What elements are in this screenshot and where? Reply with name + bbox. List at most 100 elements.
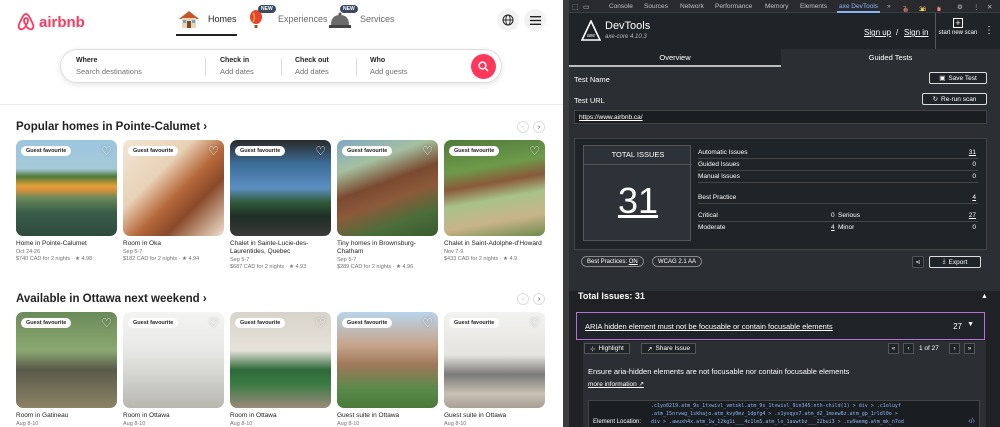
tab-sources[interactable]: Sources (644, 3, 668, 10)
listing-image[interactable]: Guest favourite ♡ (337, 312, 438, 408)
checkin-field[interactable]: Check in Add dates (220, 57, 254, 76)
prev-page-button[interactable]: ‹ (903, 343, 914, 354)
total-issues-count[interactable]: 31 (584, 180, 692, 222)
tab-guided-tests[interactable]: Guided Tests (781, 49, 1000, 67)
sign-in-link[interactable]: Sign in (904, 28, 928, 37)
listing-card[interactable]: Guest favourite ♡ Chalet in Sainte-Lucie… (230, 140, 331, 270)
divider (584, 164, 692, 165)
share-issue-button[interactable]: ↗ Share Issue (641, 343, 697, 354)
who-input[interactable]: Add guests (370, 67, 408, 76)
serious-count[interactable]: 27 (969, 212, 976, 219)
listing-card[interactable]: Guest favourite ♡ Home in Pointe-Calumet… (16, 140, 117, 262)
listing-image[interactable]: Guest favourite ♡ (230, 140, 331, 236)
inspect-icon[interactable]: ⬚ (572, 3, 579, 11)
tab-overview[interactable]: Overview (569, 49, 781, 67)
where-input[interactable]: Search destinations (76, 67, 142, 76)
wcag-standard-badge[interactable]: WCAG 2.1 AA (652, 256, 703, 267)
listing-dates: Aug 8-10 (230, 421, 253, 427)
rerun-scan-button[interactable]: ↻ Re-run scan (922, 93, 987, 105)
prev-arrow-button[interactable]: ‹ (517, 293, 529, 305)
share-button[interactable]: ⋖ (912, 256, 924, 268)
section-title[interactable]: Popular homes in Pointe-Calumet › (16, 121, 207, 133)
axe-menu-icon[interactable]: ⋮ (984, 25, 994, 36)
kebab-menu-icon[interactable]: ⋮ (973, 3, 980, 11)
heart-icon[interactable]: ♡ (208, 316, 219, 330)
more-information-link[interactable]: more information ↗ (588, 380, 644, 388)
issue-title[interactable]: ARIA hidden element must not be focusabl… (585, 322, 833, 331)
heart-icon[interactable]: ♡ (422, 144, 433, 158)
device-toolbar-icon[interactable]: ▭ (583, 3, 590, 11)
heart-icon[interactable]: ♡ (315, 316, 326, 330)
sign-up-link[interactable]: Sign up (864, 28, 891, 37)
heart-icon[interactable]: ♡ (529, 144, 540, 158)
listing-card[interactable]: Guest favourite ♡ Room in Ottawa Aug 8-1… (123, 312, 224, 427)
listing-image[interactable]: Guest favourite ♡ (16, 312, 117, 408)
listing-image[interactable]: Guest favourite ♡ (123, 312, 224, 408)
listing-card[interactable]: Guest favourite ♡ Guest suite in Ottawa … (444, 312, 545, 427)
automatic-issues-count[interactable]: 31 (969, 149, 976, 156)
nav-homes[interactable]: Homes (176, 8, 237, 36)
listing-card[interactable]: Guest favourite ♡ Chalet in Saint-Adolph… (444, 140, 545, 262)
nav-experiences[interactable]: NEW Experiences (246, 5, 328, 30)
checkout-input[interactable]: Add dates (295, 67, 329, 76)
section-title[interactable]: Available in Ottawa next weekend › (16, 293, 207, 305)
next-arrow-button[interactable]: › (533, 121, 545, 133)
where-field[interactable]: Where Search destinations (76, 57, 142, 76)
close-icon[interactable]: ✕ (987, 3, 992, 11)
listing-card[interactable]: Guest favourite ♡ Guest suite in Ottawa … (337, 312, 438, 427)
tab-console[interactable]: Console (609, 3, 633, 10)
page-indicator: 1 of 27 (919, 345, 939, 352)
test-url-link[interactable]: https://www.airbnb.ca/ (579, 114, 643, 121)
last-page-button[interactable]: » (964, 343, 975, 354)
element-location-box: Element Location: .c1yo0219.atm_9s_1txwi… (588, 400, 980, 427)
url-field[interactable]: https://www.airbnb.ca/ (574, 110, 987, 124)
listing-image[interactable]: Guest favourite ♡ (123, 140, 224, 236)
airbnb-logo[interactable]: airbnb (16, 12, 85, 32)
listing-image[interactable]: Guest favourite ♡ (444, 140, 545, 236)
listing-card[interactable]: Guest favourite ♡ Room in Gatineau Aug 8… (16, 312, 117, 427)
save-test-button[interactable]: ▣ Save Test (929, 72, 987, 84)
next-page-button[interactable]: › (949, 343, 960, 354)
heart-icon[interactable]: ♡ (422, 316, 433, 330)
more-tabs-button[interactable]: » (887, 3, 891, 10)
highlight-button[interactable]: ⊹ Highlight (584, 343, 630, 354)
best-practice-count[interactable]: 4 (972, 194, 976, 201)
checkin-input[interactable]: Add dates (220, 67, 254, 76)
tab-elements[interactable]: Elements (800, 3, 827, 10)
collapse-arrow-icon[interactable]: ▲ (981, 293, 988, 300)
listing-image[interactable]: Guest favourite ♡ (337, 140, 438, 236)
listing-card[interactable]: Guest favourite ♡ Room in Ottawa Aug 8-1… (230, 312, 331, 427)
listing-image[interactable]: Guest favourite ♡ (230, 312, 331, 408)
settings-gear-icon[interactable]: ⚙ (957, 3, 963, 11)
issue-group-row[interactable]: ARIA hidden element must not be focusabl… (576, 312, 985, 340)
tab-network[interactable]: Network (680, 3, 704, 10)
heart-icon[interactable]: ♡ (101, 144, 112, 158)
who-field[interactable]: Who Add guests (370, 57, 408, 76)
globe-button[interactable] (497, 9, 519, 31)
listing-image[interactable]: Guest favourite ♡ (444, 312, 545, 408)
menu-button[interactable] (524, 9, 546, 31)
heart-icon[interactable]: ♡ (208, 144, 219, 158)
tab-axe-devtools[interactable]: axe DevTools (836, 3, 881, 13)
heart-icon[interactable]: ♡ (315, 144, 326, 158)
listing-card[interactable]: Guest favourite ♡ Room in Oka Sep 5-7 $1… (123, 140, 224, 262)
best-practices-toggle[interactable]: Best Practices: ON (581, 256, 644, 267)
search-button[interactable] (471, 54, 496, 79)
first-page-button[interactable]: « (888, 343, 899, 354)
export-button[interactable]: ⤓ Export (929, 256, 981, 268)
chevron-down-icon[interactable]: ▼ (967, 321, 974, 328)
tab-memory[interactable]: Memory (765, 3, 788, 10)
checkout-field[interactable]: Check out Add dates (295, 57, 329, 76)
start-new-scan-button[interactable]: + start new scan (937, 18, 979, 37)
copy-icon[interactable]: ‹/› (968, 418, 975, 425)
prev-arrow-button[interactable]: ‹ (517, 121, 529, 133)
issue-count: 27 (953, 322, 962, 331)
next-arrow-button[interactable]: › (533, 293, 545, 305)
listing-card[interactable]: Guest favourite ♡ Tiny homes in Brownsbu… (337, 140, 438, 270)
heart-icon[interactable]: ♡ (101, 316, 112, 330)
tab-performance[interactable]: Performance (715, 3, 752, 10)
listing-image[interactable]: Guest favourite ♡ (16, 140, 117, 236)
moderate-count[interactable]: 4 (831, 224, 835, 231)
nav-services[interactable]: NEW Services (328, 5, 395, 30)
heart-icon[interactable]: ♡ (529, 316, 540, 330)
